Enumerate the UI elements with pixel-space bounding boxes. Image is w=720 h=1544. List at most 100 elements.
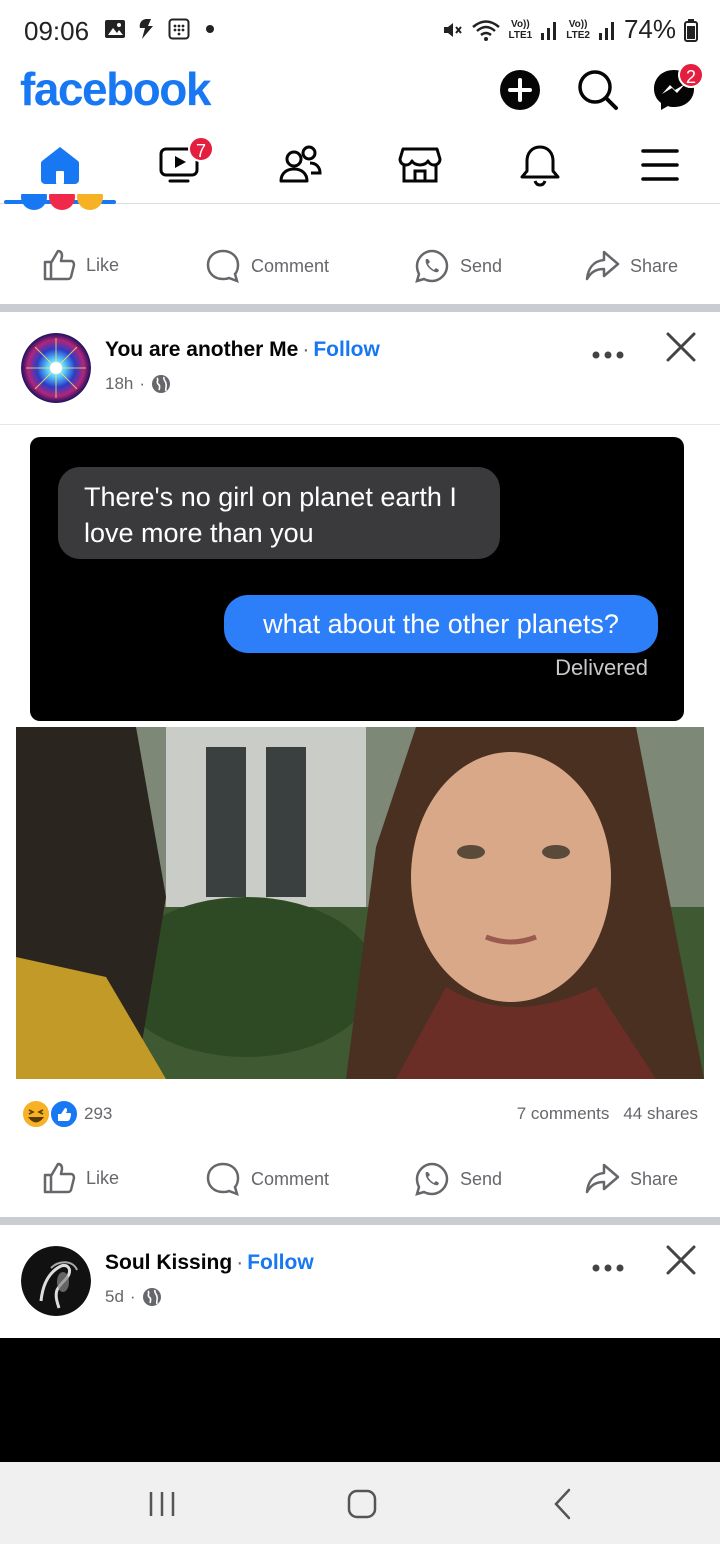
app-notification-icon xyxy=(139,19,153,39)
notifications-tab[interactable] xyxy=(510,140,570,190)
post-media-loading[interactable] xyxy=(0,1338,720,1462)
share-icon xyxy=(585,1163,620,1194)
follow-button[interactable]: Follow xyxy=(313,338,380,361)
whatsapp-send-icon xyxy=(415,249,449,283)
more-dots-icon xyxy=(592,351,624,359)
sim2-indicator: Vo)) LTE2 xyxy=(566,18,590,41)
like-icon xyxy=(43,249,76,281)
search-icon[interactable] xyxy=(576,68,620,112)
video-tab[interactable]: 7 xyxy=(150,136,214,190)
post-time[interactable]: 5d xyxy=(105,1287,124,1307)
woman-photo xyxy=(16,727,704,1079)
post-header: You are another Me · Follow 18h · xyxy=(0,312,720,422)
post-divider xyxy=(0,304,720,312)
hamburger-menu-icon xyxy=(641,149,679,181)
more-notifications-dot xyxy=(206,25,214,33)
more-options-button[interactable] xyxy=(591,336,625,367)
friends-icon xyxy=(279,145,322,183)
app-header: facebook 2 xyxy=(0,62,720,124)
more-options-button[interactable] xyxy=(591,1249,625,1280)
system-navigation-bar xyxy=(0,1462,720,1544)
home-icon xyxy=(41,147,79,184)
send-label: Send xyxy=(460,1168,503,1189)
post-header: Soul Kissing · Follow 5d · xyxy=(0,1225,720,1335)
post-time[interactable]: 18h xyxy=(105,374,133,394)
share-icon xyxy=(585,250,620,281)
soul-kissing-avatar-image xyxy=(21,1246,91,1316)
recent-apps-icon[interactable] xyxy=(142,1484,182,1524)
separator: · xyxy=(302,338,310,361)
sent-message-bubble: what about the other planets? xyxy=(224,595,658,653)
comment-label: Comment xyxy=(251,255,330,276)
menu-tab[interactable] xyxy=(630,140,690,190)
messenger-button[interactable]: 2 xyxy=(652,62,704,112)
friends-tab[interactable] xyxy=(270,140,330,190)
nav-tabs: 7 xyxy=(0,126,720,204)
chat-screenshot: There's no girl on planet earth I love m… xyxy=(30,437,684,721)
received-message-line-1: There's no girl on planet earth I xyxy=(84,482,457,512)
avatar[interactable] xyxy=(21,1246,91,1316)
comment-button[interactable]: Comment xyxy=(205,1161,329,1197)
home-tab[interactable] xyxy=(30,140,90,190)
post-author-line: Soul Kissing · Follow xyxy=(105,1251,314,1275)
plus-icon[interactable] xyxy=(498,68,542,112)
whatsapp-send-icon xyxy=(415,1162,449,1196)
photo-illustration xyxy=(16,727,704,1079)
comments-count[interactable]: 7 comments xyxy=(517,1104,610,1124)
send-button[interactable]: Send xyxy=(414,1161,502,1197)
like-label: Like xyxy=(86,254,120,275)
separator: · xyxy=(129,1287,136,1306)
wifi-icon xyxy=(471,19,500,41)
avatar[interactable] xyxy=(21,333,91,403)
globe-icon xyxy=(142,1288,161,1306)
status-time: 09:06 xyxy=(24,16,90,46)
received-message-bubble: There's no girl on planet earth I love m… xyxy=(58,467,500,559)
home-button-icon[interactable] xyxy=(342,1484,382,1524)
signal-icon-2 xyxy=(598,21,614,40)
delivered-status: Delivered xyxy=(555,655,648,680)
post-meta: 18h · xyxy=(105,374,171,394)
separator: · xyxy=(236,1251,244,1274)
sim1-indicator: Vo)) LTE1 xyxy=(508,18,533,41)
marketplace-icon xyxy=(398,147,442,183)
send-label: Send xyxy=(460,255,503,276)
reaction-icons-clipped xyxy=(21,194,103,210)
like-button[interactable]: Like xyxy=(42,1161,119,1195)
post-author[interactable]: Soul Kissing xyxy=(105,1251,232,1274)
post-actions: Like Comment Send Share xyxy=(0,1145,720,1215)
shares-count[interactable]: 44 shares xyxy=(623,1104,698,1124)
share-button[interactable]: Share xyxy=(584,1161,678,1197)
reaction-count[interactable]: 293 xyxy=(84,1104,112,1124)
post-image[interactable]: There's no girl on planet earth I love m… xyxy=(0,424,720,1086)
share-label: Share xyxy=(630,1168,679,1189)
status-notification-icons xyxy=(104,18,214,40)
reactions-summary: 293 7 comments 44 shares xyxy=(0,1090,720,1136)
like-button[interactable]: Like xyxy=(42,248,119,282)
globe-icon xyxy=(152,375,171,393)
mandala-avatar-image xyxy=(21,333,91,403)
post-meta: 5d · xyxy=(105,1287,162,1307)
marketplace-tab[interactable] xyxy=(390,140,450,190)
send-button[interactable]: Send xyxy=(414,248,502,284)
battery-icon xyxy=(684,18,698,42)
follow-button[interactable]: Follow xyxy=(247,1251,314,1274)
like-label: Like xyxy=(86,1167,120,1188)
close-icon[interactable] xyxy=(664,1243,698,1277)
facebook-logo[interactable]: facebook xyxy=(20,62,211,116)
post-author-line: You are another Me · Follow xyxy=(105,338,380,362)
bell-icon xyxy=(520,145,560,187)
received-message-line-2: love more than you xyxy=(84,518,314,548)
status-right: Vo)) LTE1 Vo)) LTE2 74% xyxy=(441,14,698,45)
reaction-icons[interactable] xyxy=(20,1098,80,1130)
comment-label: Comment xyxy=(251,1168,330,1189)
share-label: Share xyxy=(630,255,679,276)
more-dots-icon xyxy=(592,1264,624,1272)
comment-button[interactable]: Comment xyxy=(205,248,329,284)
post-author[interactable]: You are another Me xyxy=(105,338,298,361)
back-icon[interactable] xyxy=(544,1484,584,1524)
comment-icon xyxy=(206,1162,240,1197)
share-button[interactable]: Share xyxy=(584,248,678,284)
status-bar: 09:06 Vo)) LTE1 Vo)) LTE2 74% xyxy=(0,0,720,62)
gallery-icon xyxy=(105,20,125,38)
close-icon[interactable] xyxy=(664,330,698,364)
